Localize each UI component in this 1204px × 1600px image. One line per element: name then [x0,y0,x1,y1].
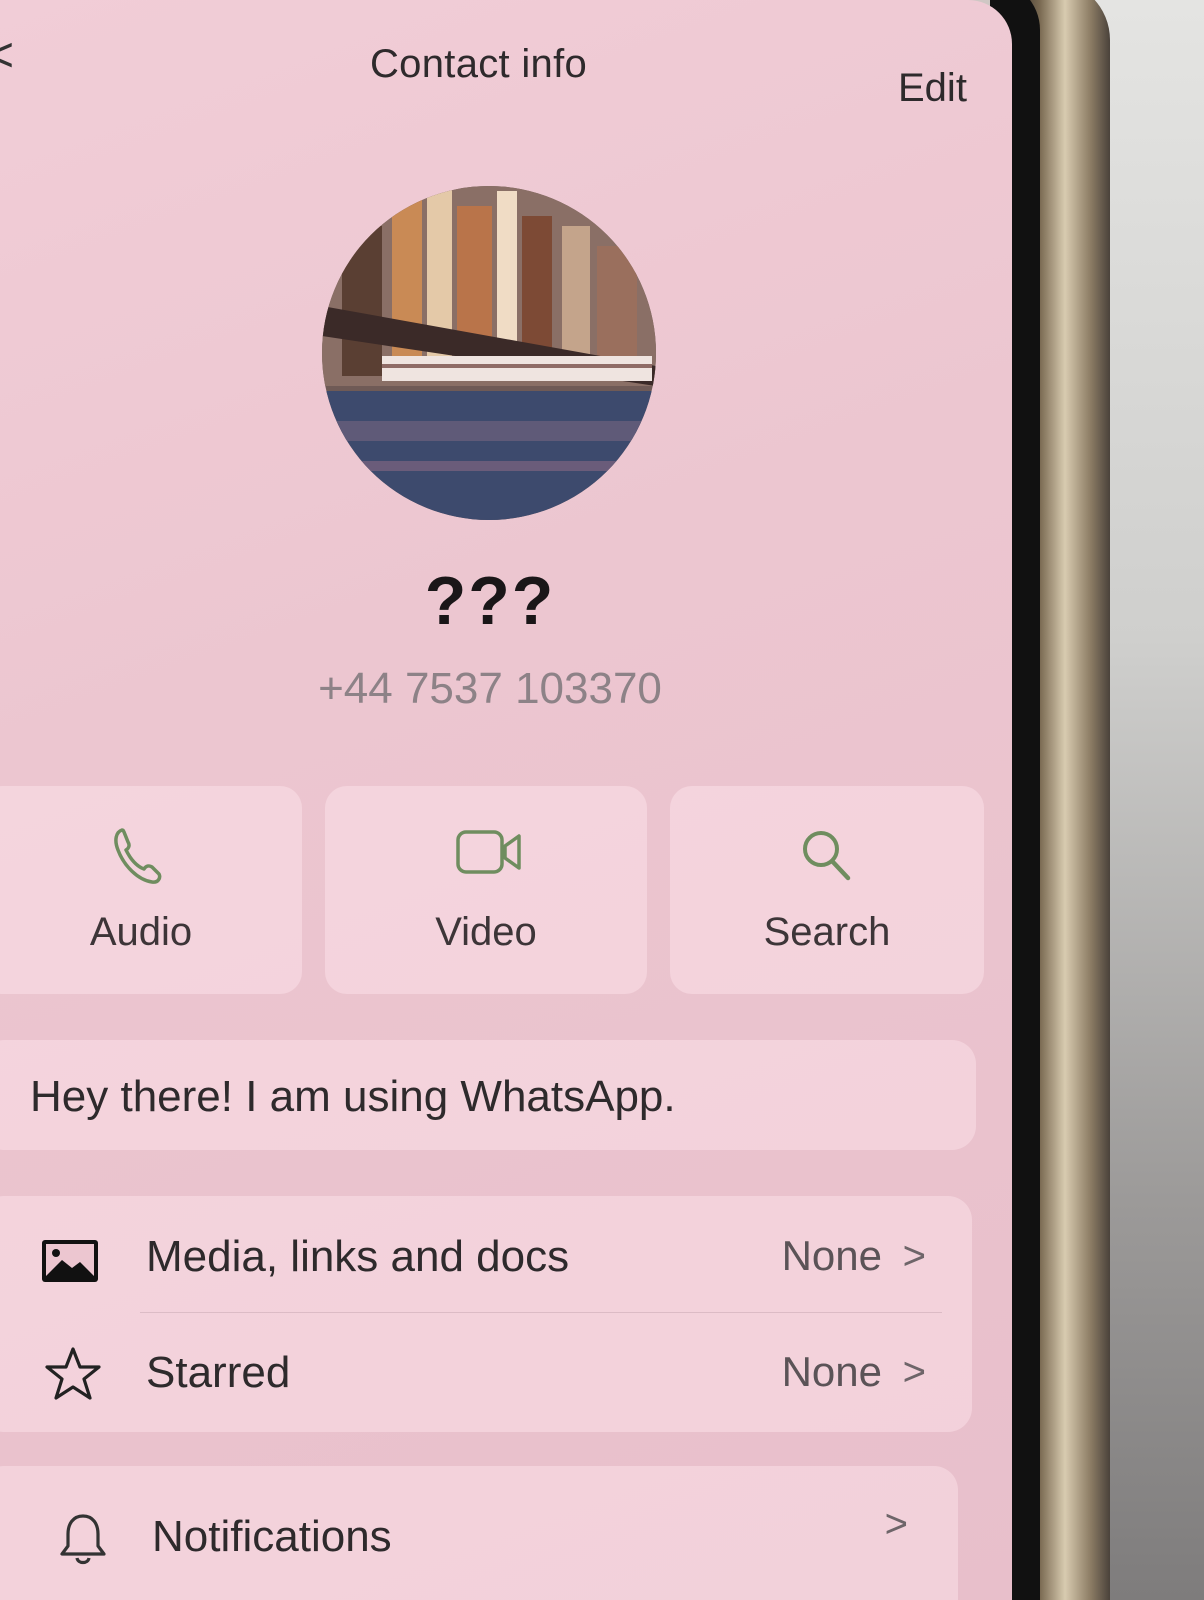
chevron-right-icon: > [902,1350,926,1394]
audio-label: Audio [89,910,193,954]
bell-icon [60,1514,106,1565]
page-title: Contact info [370,42,588,86]
video-call-button[interactable]: Video [325,786,647,994]
chevron-right-icon: > [884,1502,908,1546]
avatar-city-bridge-photo [322,186,656,520]
star-icon [45,1347,101,1400]
search-button[interactable]: Search [670,786,984,994]
contact-phone-number: +44 7537 103370 [318,664,662,713]
back-chevron-icon: < [0,29,15,82]
chevron-right-icon: > [902,1234,926,1278]
list-item-starred[interactable]: Starred None > [0,1312,972,1428]
contact-name: ??? [424,563,556,639]
phone-screen: < Contact info Edit ??? +44 7537 103370 [0,0,1012,1600]
media-count-value: None [781,1232,882,1279]
notifications-list: Notifications > [0,1466,958,1600]
media-links-docs-label: Media, links and docs [146,1232,570,1281]
list-item-media-links-docs[interactable]: Media, links and docs None > [0,1196,972,1312]
about-status-text: Hey there! I am using WhatsApp. [30,1072,676,1121]
avatar[interactable] [322,186,656,520]
notifications-label: Notifications [152,1512,392,1561]
search-icon [803,831,851,881]
audio-call-button[interactable]: Audio [0,786,302,994]
video-label: Video [435,910,537,954]
starred-label: Starred [146,1348,291,1397]
phone-icon [114,828,162,884]
image-icon [42,1240,98,1282]
edit-button[interactable]: Edit [898,66,967,111]
video-camera-icon [456,830,521,874]
media-starred-list: Media, links and docs None > Starred Non… [0,1196,972,1432]
back-button[interactable]: < [0,32,16,80]
list-item-notifications[interactable]: Notifications > [0,1466,958,1582]
starred-count-value: None [781,1348,882,1395]
about-status-card[interactable]: Hey there! I am using WhatsApp. [0,1040,976,1150]
search-label: Search [763,910,891,954]
